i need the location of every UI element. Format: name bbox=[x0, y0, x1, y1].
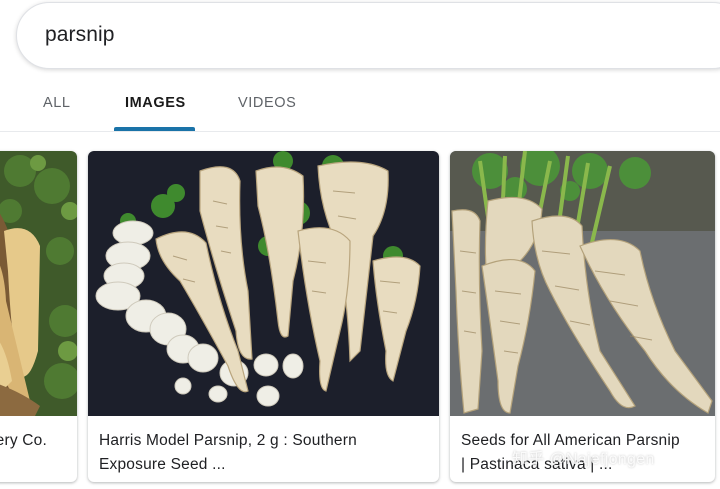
result-caption[interactable]: Seeds for All American Parsnip | Pastina… bbox=[450, 416, 715, 482]
result-caption[interactable]: Harris Model Parsnip, 2 g : Southern Exp… bbox=[88, 416, 439, 482]
result-image[interactable] bbox=[88, 151, 439, 416]
search-input[interactable]: parsnip bbox=[45, 23, 115, 47]
image-result-card[interactable]: ery Co. bbox=[0, 151, 77, 482]
tab-videos[interactable]: VIDEOS bbox=[238, 95, 296, 111]
tab-all[interactable]: ALL bbox=[43, 95, 71, 111]
active-tab-indicator bbox=[114, 127, 195, 131]
result-caption[interactable]: ery Co. bbox=[0, 416, 77, 482]
result-image[interactable] bbox=[0, 151, 77, 416]
result-image[interactable] bbox=[450, 151, 715, 416]
image-result-card[interactable]: Seeds for All American Parsnip | Pastina… bbox=[450, 151, 715, 482]
result-tabs: ALL IMAGES VIDEOS bbox=[0, 80, 720, 132]
tab-images[interactable]: IMAGES bbox=[125, 95, 186, 111]
image-result-card[interactable]: Harris Model Parsnip, 2 g : Southern Exp… bbox=[88, 151, 439, 482]
search-bar[interactable]: parsnip bbox=[16, 2, 720, 69]
